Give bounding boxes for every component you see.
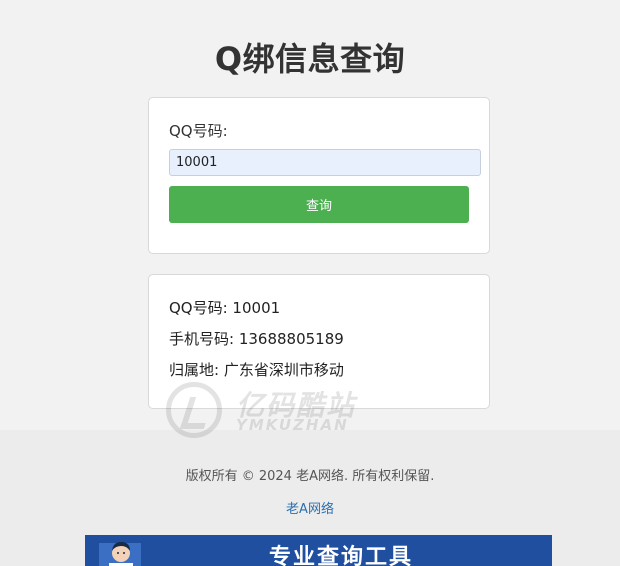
result-phone-number: 手机号码: 13688805189 xyxy=(169,330,344,348)
page-title: Q绑信息查询 xyxy=(214,40,406,78)
banner-title: 专业查询工具 xyxy=(269,545,414,566)
result-location: 归属地: 广东省深圳市移动 xyxy=(169,361,344,379)
result-card: QQ号码: 10001 手机号码: 13688805189 归属地: 广东省深圳… xyxy=(148,274,490,409)
copyright-text: 版权所有 © 2024 老A网络. 所有权利保留. xyxy=(185,469,435,484)
person-illustration-icon xyxy=(99,542,141,566)
query-button[interactable]: 查询 xyxy=(169,186,469,223)
result-qq-number: QQ号码: 10001 xyxy=(169,299,281,317)
footer-link[interactable]: 老A网络 xyxy=(0,498,620,517)
query-card: QQ号码: 查询 xyxy=(148,97,490,254)
qq-number-input[interactable] xyxy=(169,149,481,176)
qq-number-label: QQ号码: xyxy=(169,122,228,140)
promo-banner[interactable]: 专业查询工具 xyxy=(85,535,552,566)
